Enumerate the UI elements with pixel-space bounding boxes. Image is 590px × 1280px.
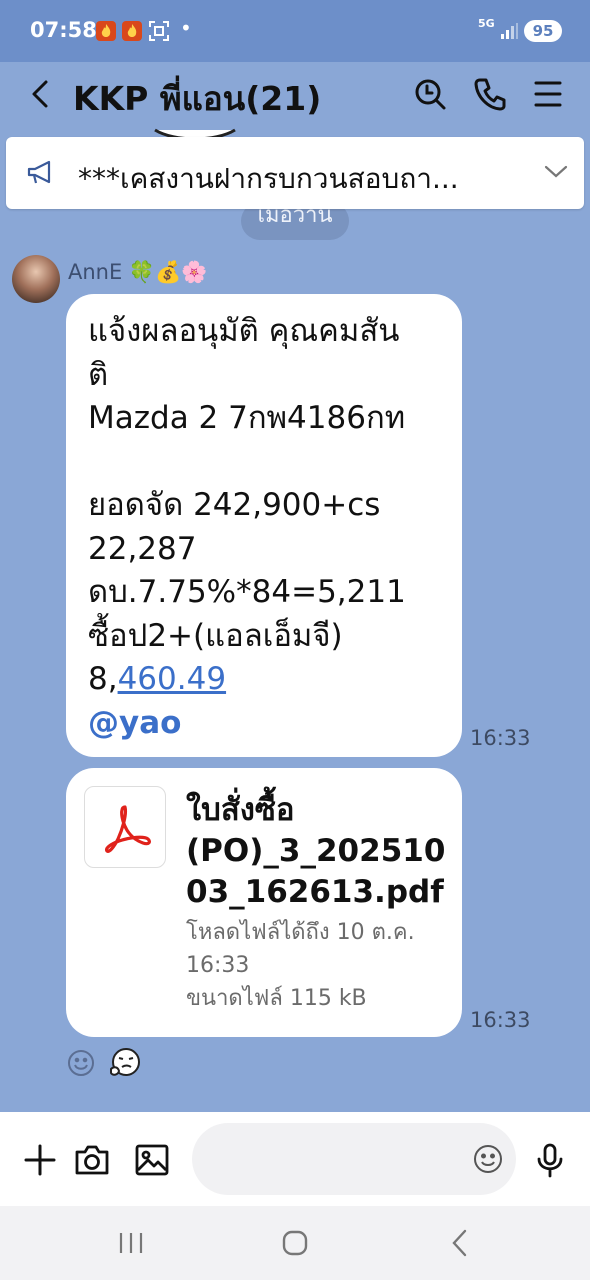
message-line: ซื้อป2+(แอลเอ็มจี) bbox=[88, 617, 343, 654]
message-line: ยอดจัด 242,900+cs bbox=[88, 487, 381, 523]
emoji-icon[interactable] bbox=[472, 1143, 504, 1179]
signal-icon bbox=[500, 22, 518, 44]
add-reaction-icon[interactable] bbox=[66, 1048, 96, 1082]
download-time: 16:33 bbox=[186, 953, 250, 978]
flame-icon bbox=[96, 20, 116, 47]
chat-header: KKP พี่แอน(21) bbox=[0, 62, 590, 126]
file-size: ขนาดไฟล์ 115 kB bbox=[186, 986, 367, 1011]
status-time: 07:58 bbox=[30, 18, 97, 42]
file-message-bubble[interactable]: ใบสั่งซื้อ (PO)_3_202510 03_162613.pdf โ… bbox=[66, 768, 462, 1037]
message-input[interactable] bbox=[192, 1123, 516, 1195]
file-meta: โหลดไฟล์ได้ถึง 10 ต.ค. 16:33 ขนาดไฟล์ 11… bbox=[186, 916, 415, 1015]
message-line: แจ้งผลอนุมัติ คุณคมสัน bbox=[88, 313, 400, 349]
notification-dot-icon: • bbox=[180, 16, 192, 40]
search-icon[interactable] bbox=[410, 74, 450, 114]
message-bubble[interactable]: แจ้งผลอนุมัติ คุณคมสัน ติ Mazda 2 7กพ418… bbox=[66, 294, 462, 757]
announcement-text: ***เคสงานฝากรบกวนสอบถา... bbox=[78, 162, 459, 195]
message-line-amount: 8,460.49 bbox=[88, 658, 406, 702]
megaphone-icon bbox=[26, 158, 56, 192]
pdf-file-icon bbox=[84, 786, 166, 868]
amount-prefix: 8, bbox=[88, 661, 118, 697]
file-name: ใบสั่งซื้อ (PO)_3_202510 03_162613.pdf bbox=[186, 790, 445, 913]
message-time: 16:33 bbox=[470, 726, 531, 750]
mention-link[interactable]: @yao bbox=[88, 702, 406, 746]
network-type: 5G bbox=[478, 17, 495, 30]
file-name-line: ใบสั่งซื้อ bbox=[186, 792, 295, 828]
message-text: แจ้งผลอนุมัติ คุณคมสัน ติ Mazda 2 7กพ418… bbox=[88, 310, 406, 745]
message-line: ติ bbox=[88, 356, 109, 393]
camera-icon[interactable] bbox=[74, 1142, 110, 1178]
image-icon[interactable] bbox=[134, 1142, 170, 1178]
message-input-bar bbox=[0, 1112, 590, 1206]
thinking-sticker-icon[interactable] bbox=[108, 1047, 142, 1083]
announcement-bar[interactable]: ***เคสงานฝากรบกวนสอบถา... bbox=[6, 137, 584, 209]
system-nav-bar bbox=[0, 1206, 590, 1280]
back-icon[interactable] bbox=[444, 1226, 478, 1260]
back-arrow-icon[interactable] bbox=[24, 76, 60, 112]
sender-name: AnnE 🍀💰🌸 bbox=[68, 260, 208, 284]
screenshot-icon bbox=[148, 20, 170, 47]
chevron-down-icon[interactable] bbox=[543, 161, 569, 185]
home-icon[interactable] bbox=[278, 1226, 312, 1260]
status-bar: 07:58 • 5G 95 bbox=[0, 0, 590, 62]
microphone-icon[interactable] bbox=[532, 1142, 568, 1178]
recent-apps-icon[interactable] bbox=[114, 1226, 148, 1260]
file-name-line: 03_162613.pdf bbox=[186, 874, 444, 910]
message-line: ดบ.7.75%*84=5,211 bbox=[88, 574, 406, 610]
amount-link[interactable]: 460.49 bbox=[118, 661, 226, 697]
avatar[interactable] bbox=[12, 255, 60, 303]
message-line: 22,287 bbox=[88, 530, 197, 567]
chat-title: KKP พี่แอน(21) bbox=[73, 79, 322, 118]
message-time: 16:33 bbox=[470, 1008, 531, 1032]
menu-icon[interactable] bbox=[528, 74, 568, 114]
phone-icon[interactable] bbox=[470, 74, 510, 114]
file-name-line: (PO)_3_202510 bbox=[186, 833, 446, 869]
flame-icon bbox=[122, 20, 142, 47]
message-line: Mazda 2 7กพ4186กท bbox=[88, 400, 406, 436]
download-until: โหลดไฟล์ได้ถึง 10 ต.ค. bbox=[186, 920, 415, 945]
message-line bbox=[88, 441, 406, 485]
battery-level: 95 bbox=[524, 20, 562, 42]
plus-icon[interactable] bbox=[22, 1142, 58, 1178]
